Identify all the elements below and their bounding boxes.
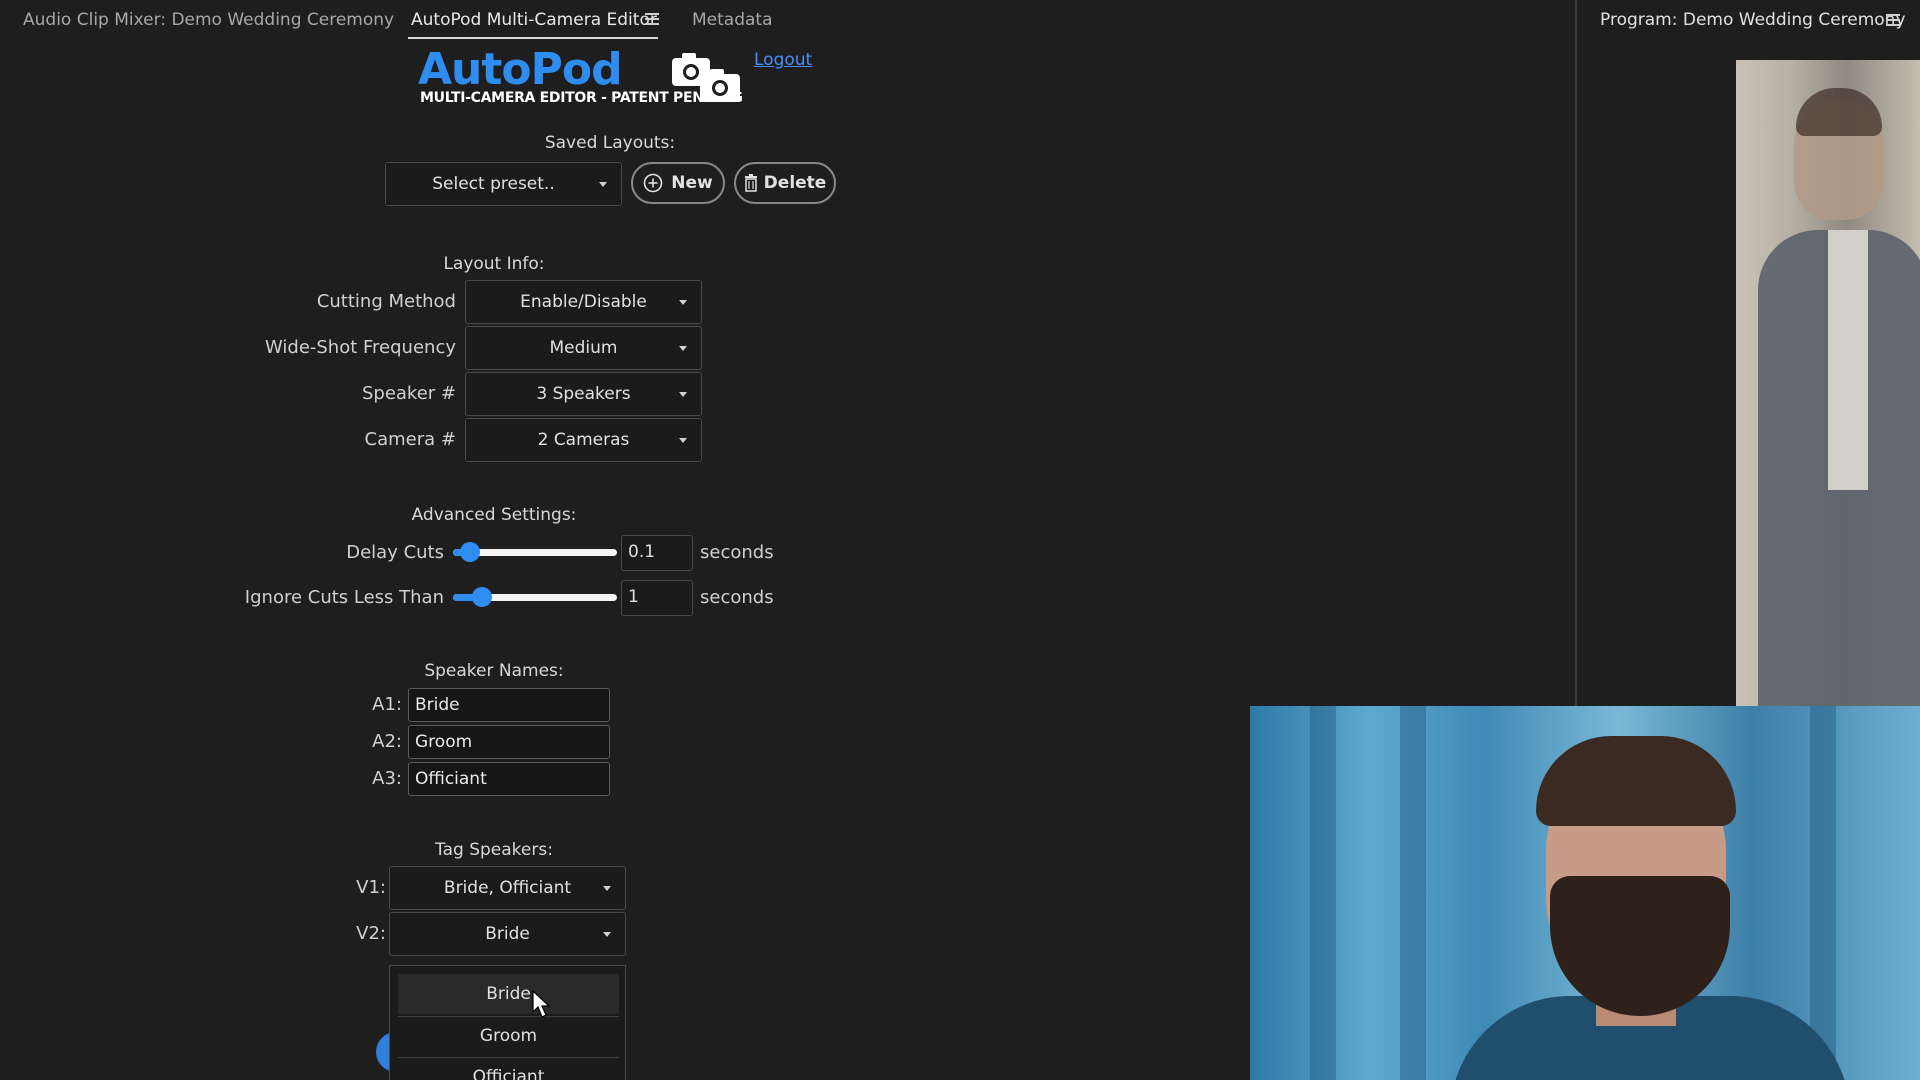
curtain-fold xyxy=(1810,706,1836,1080)
cutting-method-select[interactable]: Enable/Disable xyxy=(465,280,702,324)
dropdown-option-groom[interactable]: Groom xyxy=(398,1016,619,1056)
camera-count-label: Camera # xyxy=(364,429,456,450)
webcam-overlay xyxy=(1250,706,1920,1080)
trash-icon xyxy=(744,174,757,192)
speaker-names-title: Speaker Names: xyxy=(424,661,564,681)
ignore-cuts-unit: seconds xyxy=(700,587,774,608)
slider-thumb[interactable] xyxy=(471,587,492,607)
video-figure-hair xyxy=(1796,88,1882,136)
curtain-fold xyxy=(1400,706,1426,1080)
new-layout-button[interactable]: New xyxy=(631,162,725,204)
ignore-cuts-label: Ignore Cuts Less Than xyxy=(244,587,444,608)
delay-cuts-slider[interactable] xyxy=(453,542,617,562)
speaker-a1-label: A1: xyxy=(372,694,402,715)
delay-cuts-input[interactable]: 0.1 xyxy=(621,535,693,571)
saved-layouts-title: Saved Layouts: xyxy=(544,133,676,153)
logo-title: AutoPod xyxy=(418,44,623,95)
speaker-count-select[interactable]: 3 Speakers xyxy=(465,372,702,416)
dropdown-option-bride[interactable]: Bride xyxy=(398,974,619,1014)
preset-select[interactable]: Select preset.. xyxy=(385,162,622,206)
tag-v1-label: V1: xyxy=(356,877,386,898)
delete-button-label: Delete xyxy=(763,173,827,193)
presenter-hair xyxy=(1536,736,1736,826)
tag-speakers-title: Tag Speakers: xyxy=(435,840,553,860)
tag-v2-select[interactable]: Bride xyxy=(389,912,626,956)
speaker-a3-label: A3: xyxy=(372,768,402,789)
speaker-count-value: 3 Speakers xyxy=(536,384,631,404)
chevron-down-icon xyxy=(599,182,607,187)
chevron-down-icon xyxy=(679,300,687,305)
wide-shot-frequency-label: Wide-Shot Frequency xyxy=(264,337,456,358)
speaker-a2-input[interactable]: Groom xyxy=(408,725,610,759)
wide-shot-frequency-select[interactable]: Medium xyxy=(465,326,702,370)
chevron-down-icon xyxy=(679,392,687,397)
camera-count-select[interactable]: 2 Cameras xyxy=(465,418,702,462)
wide-shot-frequency-value: Medium xyxy=(549,338,618,358)
tag-v2-value: Bride xyxy=(485,924,530,944)
tag-v1-value: Bride, Officiant xyxy=(443,878,572,898)
presenter-beard xyxy=(1550,876,1730,1016)
tag-v2-dropdown-menu: Bride Groom Officiant xyxy=(389,965,626,1080)
preset-select-value: Select preset.. xyxy=(432,174,555,194)
camera-count-value: 2 Cameras xyxy=(537,430,630,450)
curtain-fold xyxy=(1310,706,1336,1080)
dropdown-option-officiant[interactable]: Officiant xyxy=(398,1057,619,1080)
delay-cuts-unit: seconds xyxy=(700,542,774,563)
speaker-a3-input[interactable]: Officiant xyxy=(408,762,610,796)
chevron-down-icon xyxy=(603,932,611,937)
program-menu-icon[interactable] xyxy=(1886,14,1900,26)
advanced-settings-title: Advanced Settings: xyxy=(411,505,577,525)
cutting-method-label: Cutting Method xyxy=(316,291,456,312)
plus-circle-icon xyxy=(643,173,663,193)
logout-link[interactable]: Logout xyxy=(754,50,812,70)
chevron-down-icon xyxy=(679,346,687,351)
tab-metadata[interactable]: Metadata xyxy=(692,10,773,30)
panel-tab-bar: Audio Clip Mixer: Demo Wedding Ceremony … xyxy=(0,0,1575,42)
tag-v2-label: V2: xyxy=(356,923,386,944)
cutting-method-value: Enable/Disable xyxy=(520,292,647,312)
speaker-a2-label: A2: xyxy=(372,731,402,752)
panel-menu-icon[interactable] xyxy=(645,13,659,25)
tag-v1-select[interactable]: Bride, Officiant xyxy=(389,866,626,910)
ignore-cuts-slider[interactable] xyxy=(453,587,617,607)
video-figure-shirt xyxy=(1828,230,1868,490)
ignore-cuts-input[interactable]: 1 xyxy=(621,580,693,616)
slider-thumb[interactable] xyxy=(460,542,481,562)
mouse-cursor-icon xyxy=(532,990,551,1018)
program-monitor-title: Program: Demo Wedding Ceremony xyxy=(1600,10,1906,30)
new-button-label: New xyxy=(671,173,713,193)
program-video-frame xyxy=(1736,60,1920,710)
delete-layout-button[interactable]: Delete xyxy=(734,162,836,204)
active-tab-indicator xyxy=(408,37,658,39)
tab-audio-clip-mixer[interactable]: Audio Clip Mixer: Demo Wedding Ceremony xyxy=(23,10,394,30)
tab-autopod-editor[interactable]: AutoPod Multi-Camera Editor xyxy=(411,10,657,30)
chevron-down-icon xyxy=(679,438,687,443)
delay-cuts-label: Delay Cuts xyxy=(346,542,444,563)
chevron-down-icon xyxy=(603,886,611,891)
camera-icon xyxy=(672,53,740,102)
layout-info-title: Layout Info: xyxy=(443,254,545,274)
speaker-a1-input[interactable]: Bride xyxy=(408,688,610,722)
speaker-count-label: Speaker # xyxy=(361,383,456,404)
